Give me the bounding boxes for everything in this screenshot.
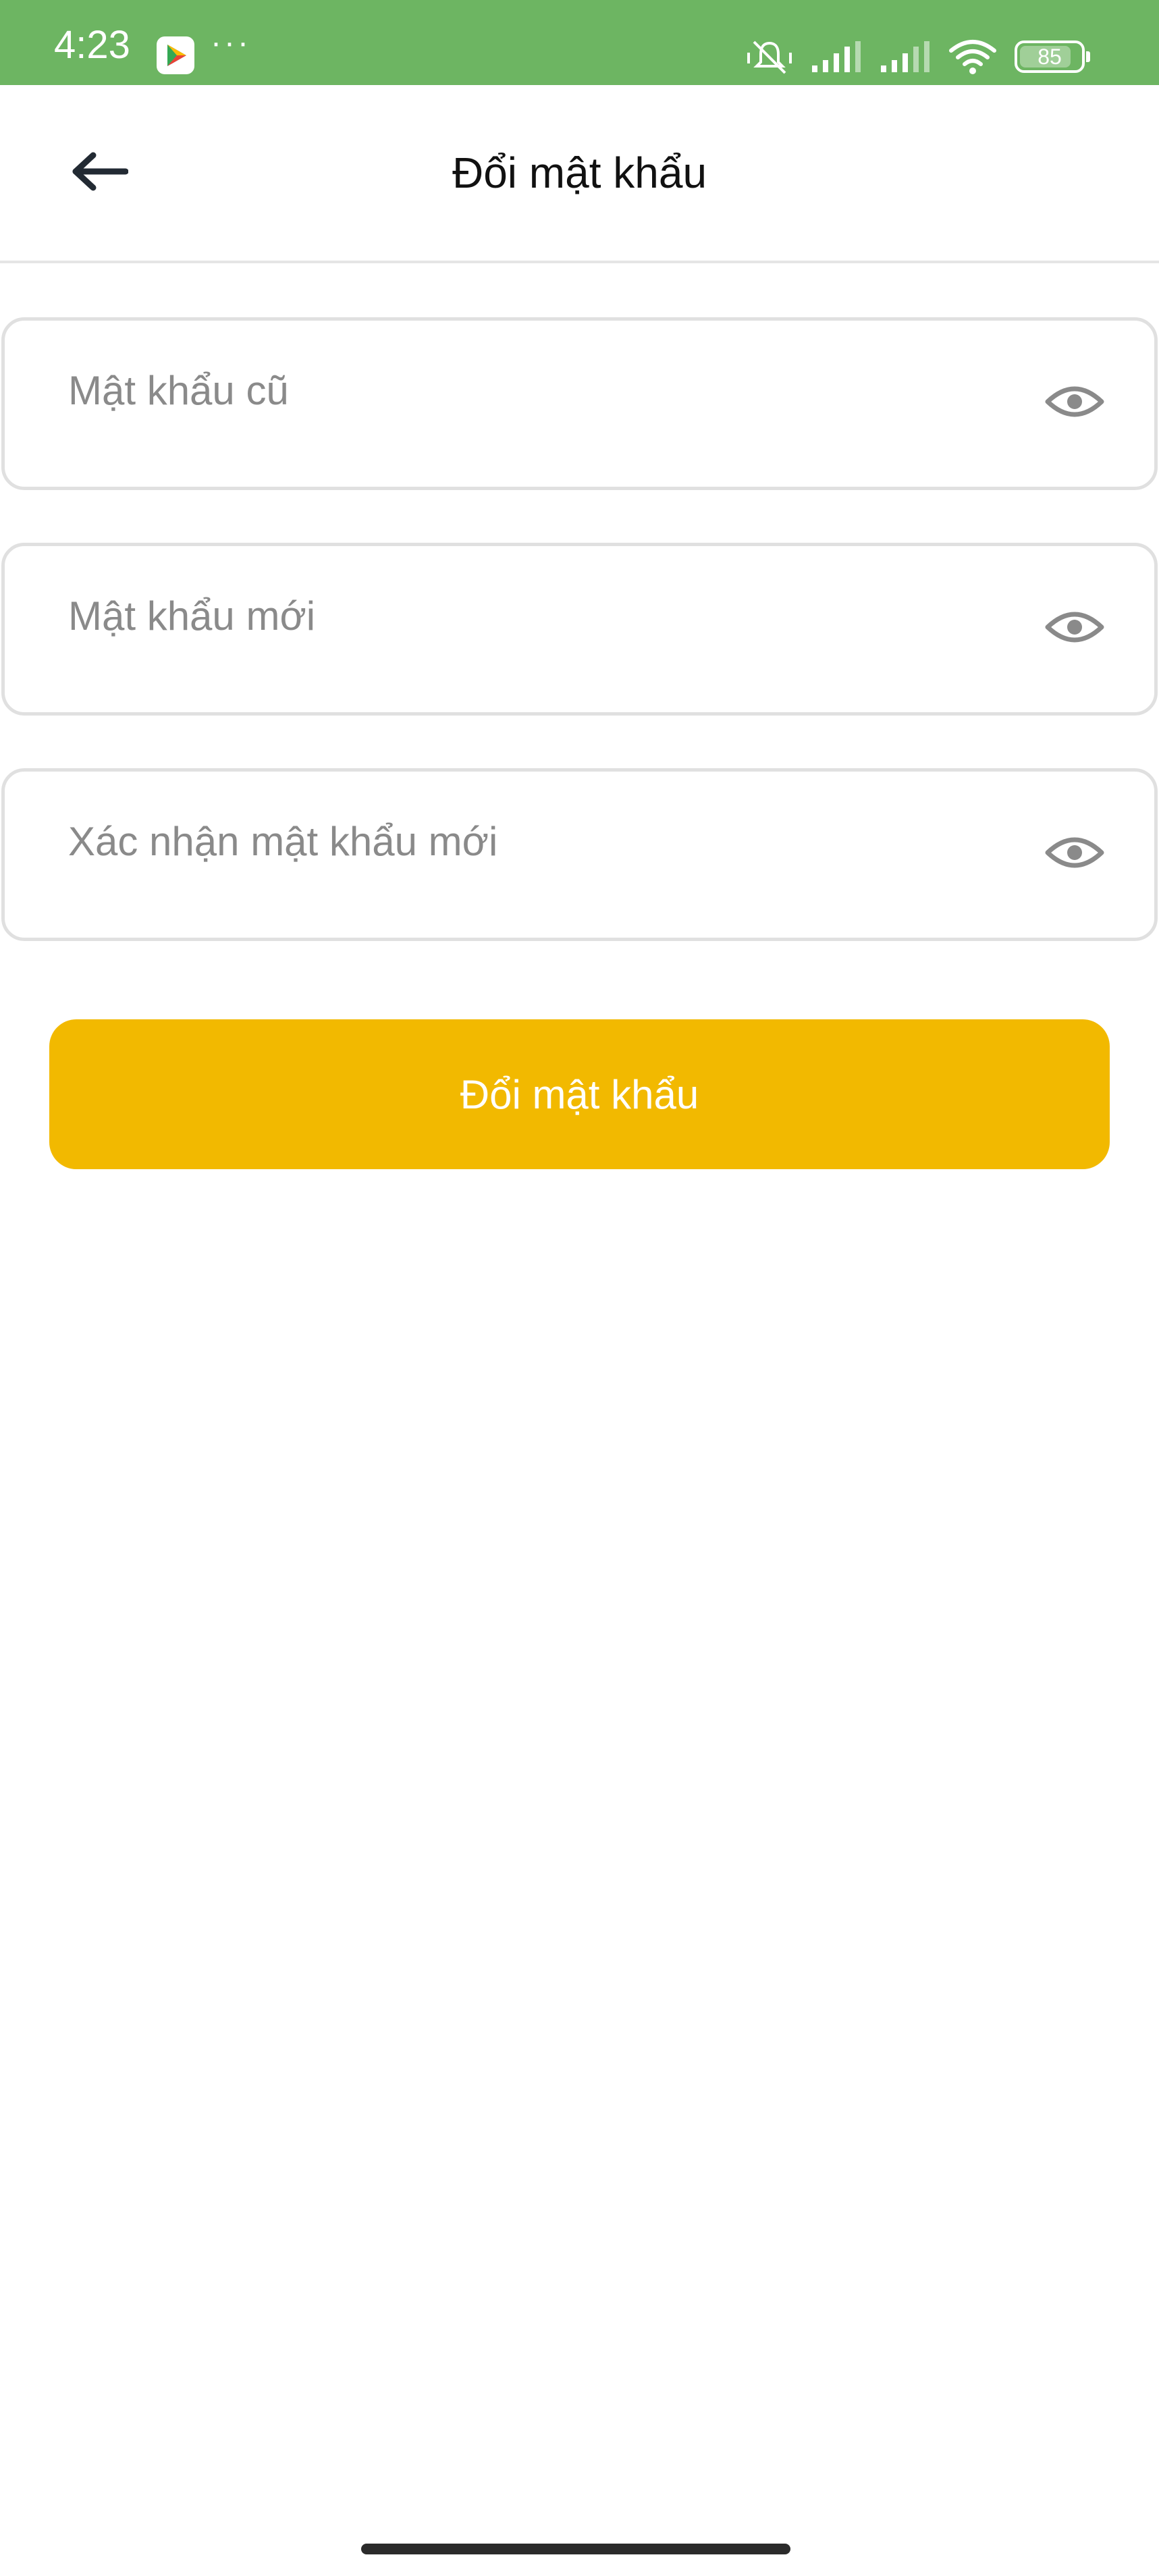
signal-icon bbox=[811, 40, 862, 74]
battery-tip bbox=[1086, 51, 1090, 62]
old-password-input[interactable] bbox=[68, 360, 979, 421]
eye-icon[interactable] bbox=[1042, 375, 1107, 429]
home-indicator[interactable] bbox=[361, 2544, 790, 2554]
eye-icon[interactable] bbox=[1042, 600, 1107, 654]
status-time: 4:23 bbox=[54, 23, 130, 67]
battery-icon: 85 bbox=[1015, 41, 1090, 73]
confirm-password-field bbox=[1, 768, 1158, 941]
mute-vibrate-icon bbox=[746, 36, 793, 77]
confirm-password-input[interactable] bbox=[68, 811, 979, 871]
change-password-button[interactable]: Đổi mật khẩu bbox=[49, 1019, 1110, 1169]
old-password-field bbox=[1, 317, 1158, 490]
status-icons: 85 bbox=[746, 35, 1090, 78]
new-password-input[interactable] bbox=[68, 585, 979, 646]
battery-level: 85 bbox=[1037, 44, 1062, 69]
wifi-icon bbox=[948, 38, 997, 75]
status-bar: 4:23 ··· 85 bbox=[0, 0, 1159, 85]
eye-icon[interactable] bbox=[1042, 826, 1107, 880]
change-password-screen: 4:23 ··· 85 Đổi mật khẩu Đổi mật khẩu bbox=[0, 0, 1159, 2576]
page-title: Đổi mật khẩu bbox=[452, 149, 707, 197]
more-notifications-icon: ··· bbox=[211, 25, 251, 61]
new-password-field bbox=[1, 543, 1158, 716]
signal-icon bbox=[880, 40, 931, 74]
play-store-icon bbox=[157, 36, 194, 74]
app-header: Đổi mật khẩu bbox=[0, 85, 1159, 263]
